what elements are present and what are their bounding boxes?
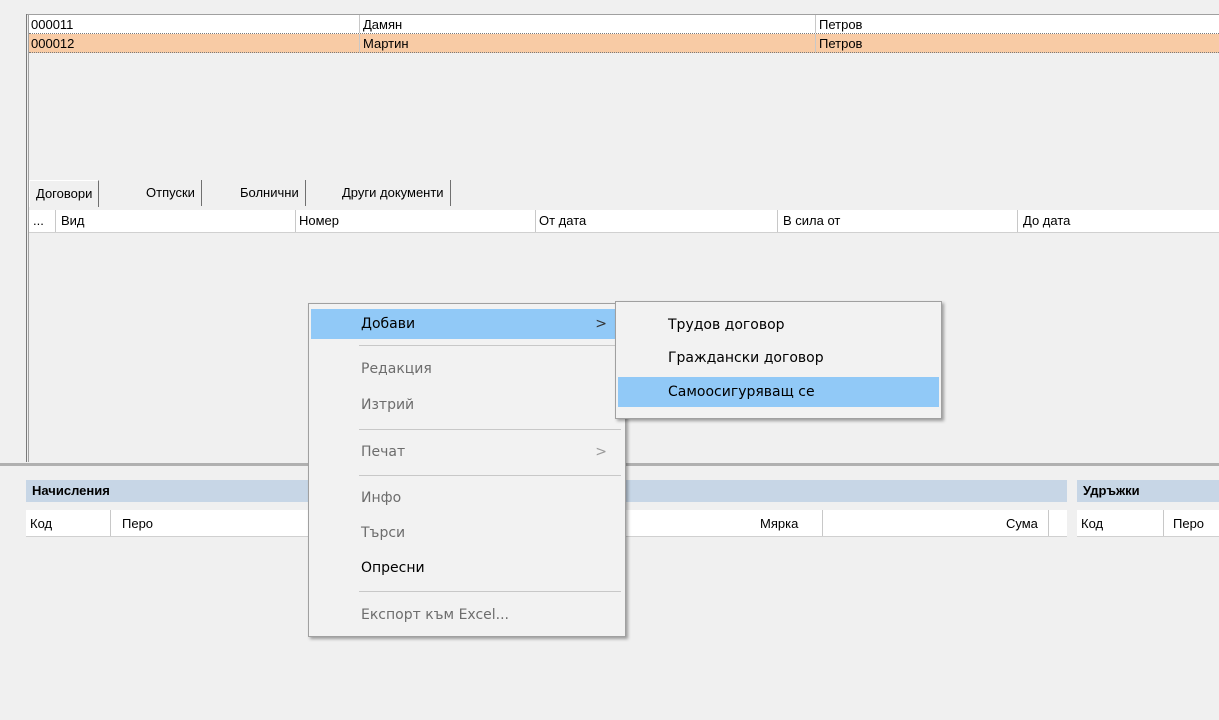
table-row[interactable]: 000011 Дамян Петров <box>29 15 1219 34</box>
employee-last-name: Петров <box>819 17 863 32</box>
menu-item-label: Добави <box>361 316 416 332</box>
column-divider <box>815 34 816 52</box>
menu-separator <box>359 591 621 592</box>
submenu-item-label: Трудов договор <box>668 317 785 333</box>
submenu-item-label: Граждански договор <box>668 350 824 366</box>
employee-first-name: Дамян <box>363 17 403 32</box>
column-header-code[interactable]: Код <box>1081 516 1103 531</box>
menu-item-print[interactable]: Печат > <box>311 437 623 467</box>
menu-separator <box>359 345 621 346</box>
employee-code: 000012 <box>31 36 75 51</box>
submenu-item-civil-contract[interactable]: Граждански договор <box>618 343 939 373</box>
submenu-item-labor-contract[interactable]: Трудов договор <box>618 310 939 340</box>
column-header-item[interactable]: Перо <box>122 516 153 531</box>
menu-item-label: Изтрий <box>361 397 415 413</box>
menu-item-search[interactable]: Търси <box>311 518 623 548</box>
column-header-amount[interactable]: Сума <box>1006 516 1038 531</box>
column-header-item[interactable]: Перо <box>1173 516 1204 531</box>
chevron-right-icon: > <box>595 316 607 332</box>
grid-left-border <box>26 14 27 462</box>
column-divider <box>1017 210 1018 232</box>
deductions-title: Удръжки <box>1077 480 1219 502</box>
menu-item-add[interactable]: Добави > <box>311 309 623 339</box>
column-header-effective-from[interactable]: В сила от <box>783 213 840 228</box>
contracts-grid-header: ... Вид Номер От дата В сила от До дата <box>29 210 1219 233</box>
column-header-to-date[interactable]: До дата <box>1023 213 1070 228</box>
column-divider <box>1048 510 1049 536</box>
menu-item-label: Експорт към Excel... <box>361 607 510 623</box>
menu-item-delete[interactable]: Изтрий <box>311 390 623 420</box>
column-divider <box>359 34 360 52</box>
menu-item-label: Търси <box>361 525 406 541</box>
table-row-selected[interactable]: 000012 Мартин Петров <box>29 34 1219 53</box>
tab-contracts[interactable]: Договори <box>29 180 100 207</box>
column-header-from-date[interactable]: От дата <box>539 213 586 228</box>
column-divider <box>359 15 360 33</box>
menu-item-edit[interactable]: Редакция <box>311 354 623 384</box>
column-header-number[interactable]: Номер <box>299 213 339 228</box>
column-divider <box>110 510 111 536</box>
menu-separator <box>359 475 621 476</box>
tab-sick-leaves[interactable]: Болнични <box>234 180 306 206</box>
add-submenu: Трудов договор Граждански договор Самоос… <box>615 301 942 419</box>
menu-separator <box>359 429 621 430</box>
column-header-unit[interactable]: Мярка <box>760 516 798 531</box>
column-divider <box>815 15 816 33</box>
column-divider <box>55 210 56 232</box>
tab-other-documents[interactable]: Други документи <box>336 180 451 206</box>
column-header-type[interactable]: Вид <box>61 213 85 228</box>
menu-item-label: Инфо <box>361 490 402 506</box>
menu-item-info[interactable]: Инфо <box>311 483 623 513</box>
grid-left-border-inner <box>28 14 29 462</box>
chevron-right-icon: > <box>595 444 607 460</box>
deductions-grid-header: Код Перо <box>1077 510 1219 537</box>
menu-item-label: Печат <box>361 444 406 460</box>
column-divider <box>295 210 296 232</box>
menu-item-export-excel[interactable]: Експорт към Excel... <box>311 600 623 630</box>
menu-item-label: Опресни <box>361 560 425 576</box>
submenu-item-label: Самоосигуряващ се <box>668 384 815 400</box>
column-header-more[interactable]: ... <box>33 213 44 228</box>
column-divider <box>535 210 536 232</box>
submenu-item-self-insured[interactable]: Самоосигуряващ се <box>618 377 939 407</box>
column-divider <box>777 210 778 232</box>
column-header-code[interactable]: Код <box>30 516 52 531</box>
employee-code: 000011 <box>31 17 74 32</box>
column-divider <box>822 510 823 536</box>
employee-first-name: Мартин <box>363 36 409 51</box>
menu-item-label: Редакция <box>361 361 432 377</box>
context-menu: Добави > Редакция Изтрий Печат > Инфо Тъ… <box>308 303 626 637</box>
column-divider <box>1163 510 1164 536</box>
employee-last-name: Петров <box>819 36 863 51</box>
menu-item-refresh[interactable]: Опресни <box>311 553 623 583</box>
tab-leaves[interactable]: Отпуски <box>140 180 202 206</box>
